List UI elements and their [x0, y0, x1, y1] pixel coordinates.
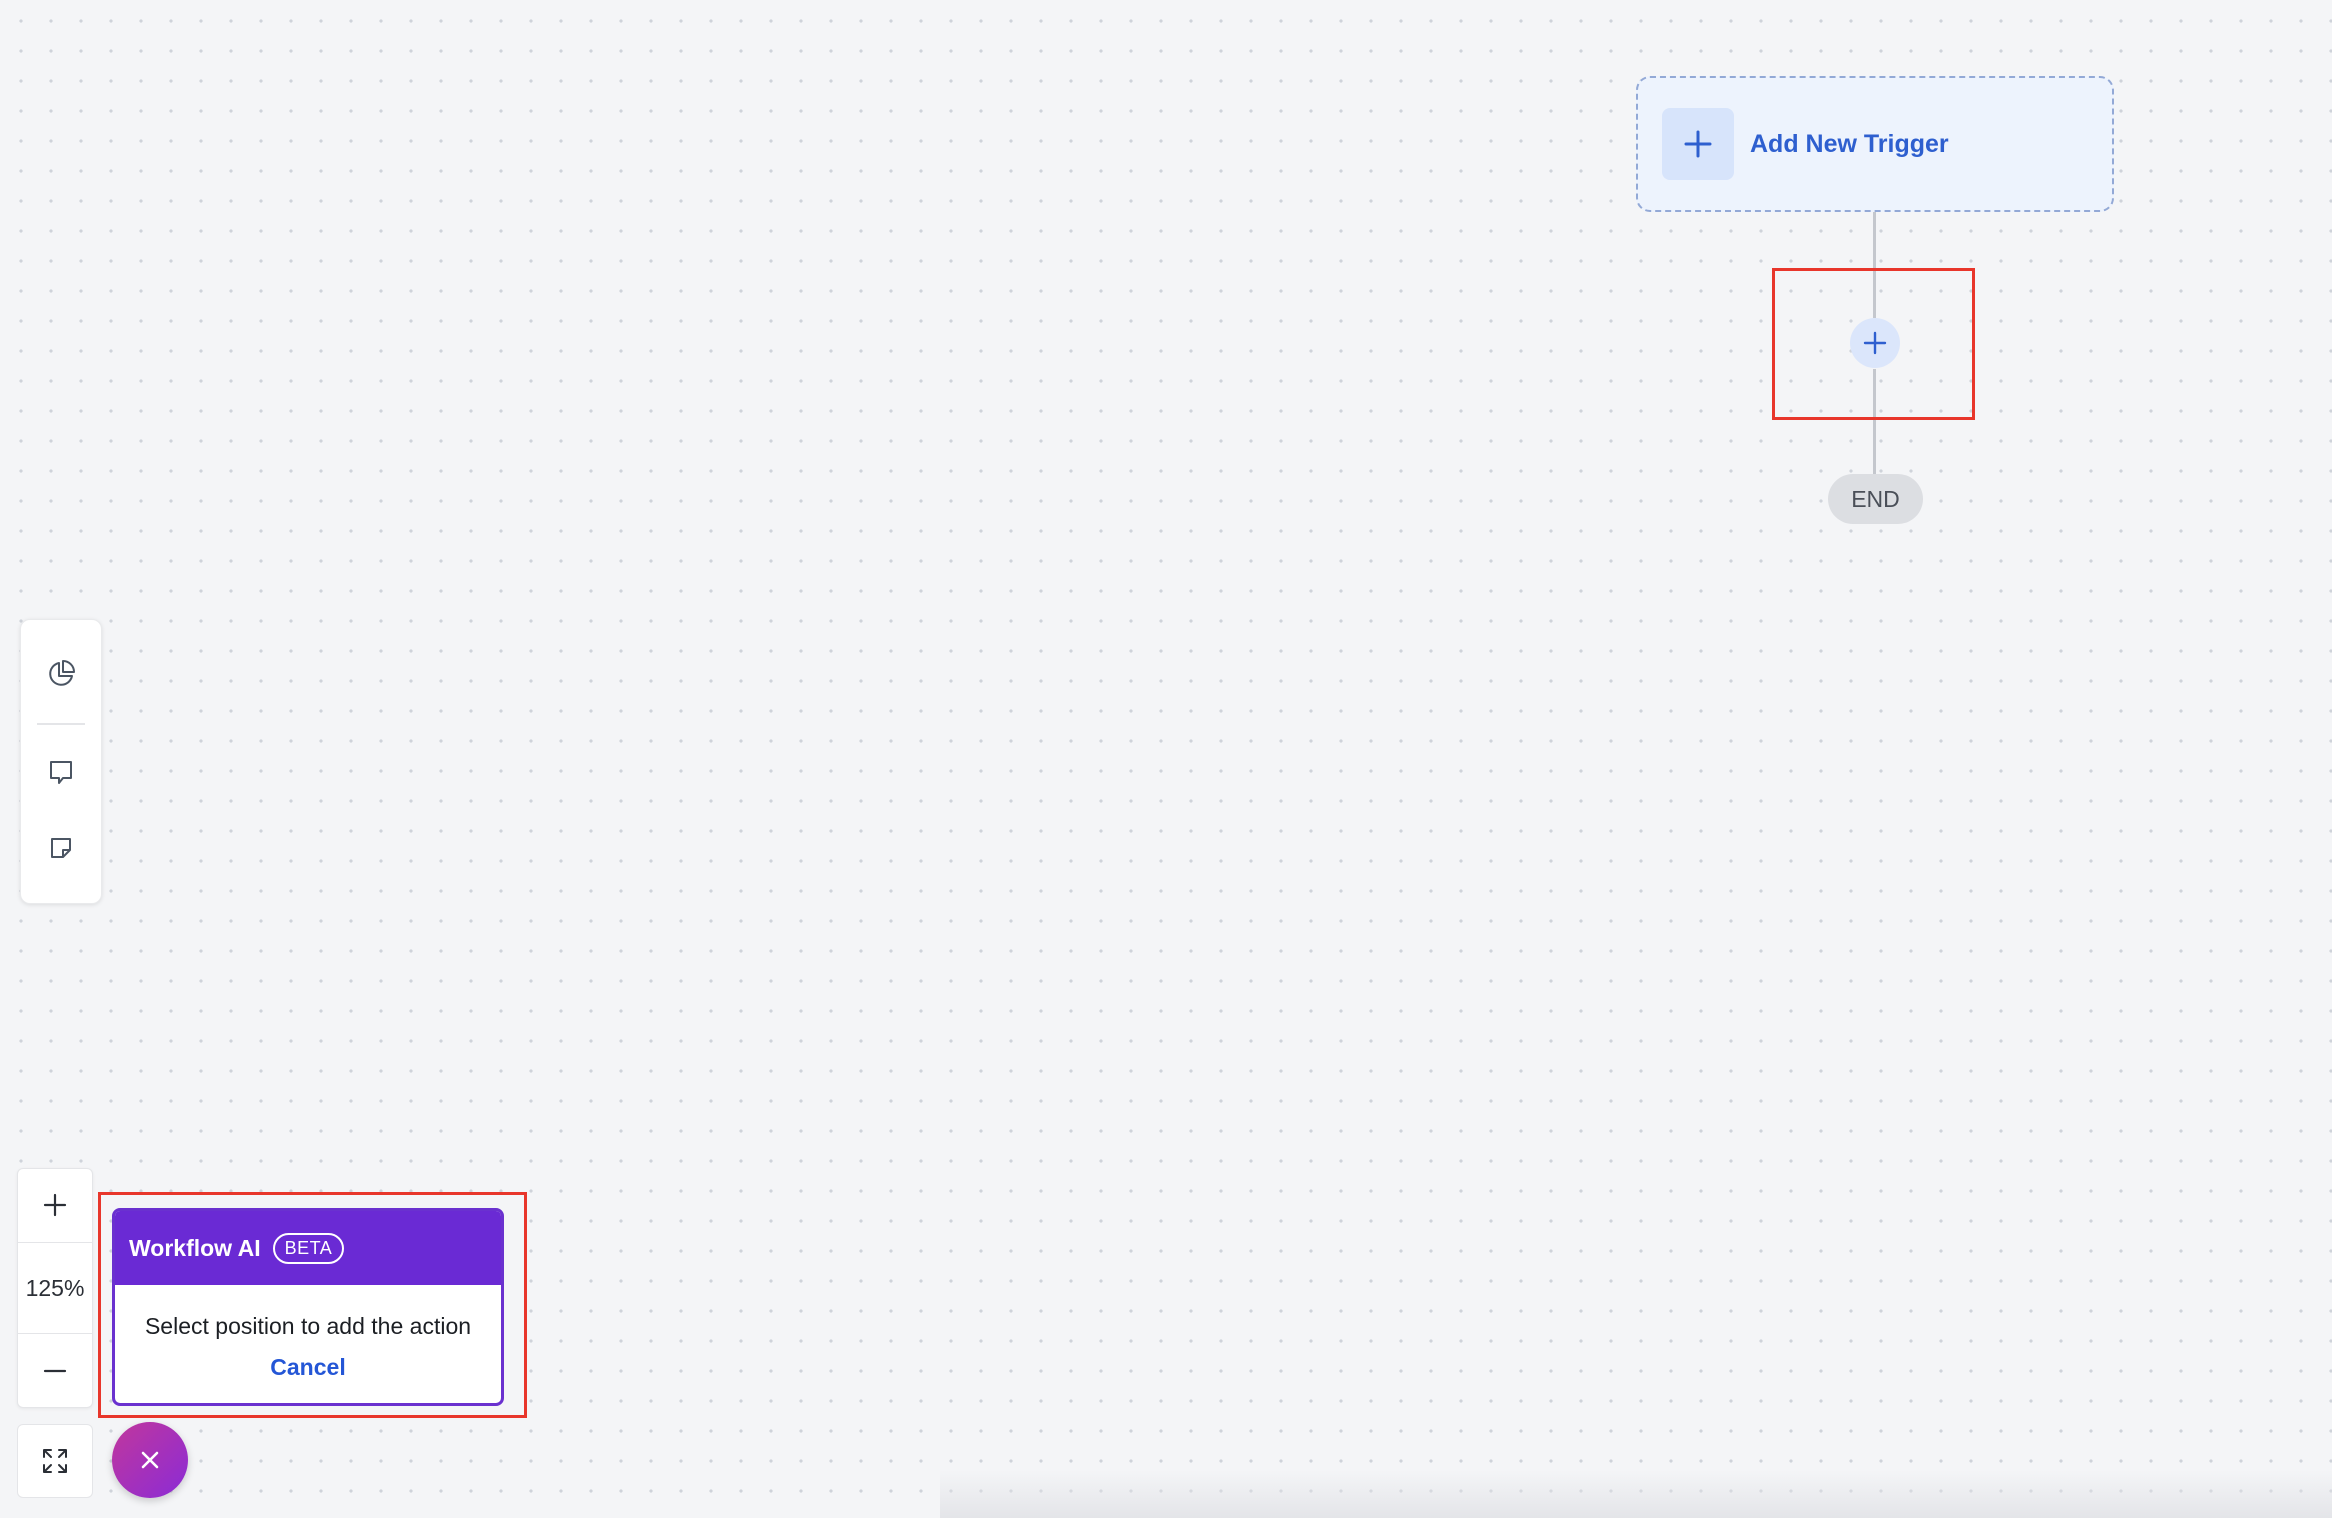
- zoom-out-button[interactable]: [18, 1335, 92, 1407]
- workflow-ai-header: Workflow AI BETA: [115, 1211, 501, 1285]
- zoom-control: 125%: [17, 1168, 93, 1408]
- cancel-link[interactable]: Cancel: [270, 1354, 345, 1381]
- minus-icon: [43, 1369, 67, 1373]
- workflow-ai-panel: Workflow AI BETA Select position to add …: [112, 1208, 504, 1406]
- analytics-button[interactable]: [21, 644, 101, 704]
- add-step-button[interactable]: [1850, 318, 1900, 368]
- close-icon: [141, 1451, 159, 1469]
- zoom-level: 125%: [18, 1242, 92, 1334]
- expand-icon: [43, 1449, 67, 1473]
- plus-icon: [43, 1193, 67, 1217]
- toolbar-divider: [37, 723, 85, 725]
- workflow-canvas[interactable]: Add New Trigger END 125% Workflow AI BET…: [0, 0, 2332, 1518]
- left-toolbar: [20, 619, 102, 904]
- sticky-note-button[interactable]: [21, 818, 101, 878]
- workflow-ai-title: Workflow AI: [129, 1234, 261, 1261]
- sticky-note-icon: [51, 838, 71, 858]
- plus-icon: [1662, 108, 1734, 180]
- workflow-ai-message: Select position to add the action: [144, 1313, 472, 1339]
- fit-view-button[interactable]: [17, 1424, 93, 1498]
- comment-icon: [50, 761, 72, 784]
- bottom-shadow: [940, 1470, 2332, 1518]
- beta-badge: BETA: [272, 1232, 345, 1264]
- end-node: END: [1828, 474, 1923, 524]
- comment-button[interactable]: [21, 742, 101, 802]
- add-new-trigger-card[interactable]: Add New Trigger: [1636, 76, 2114, 212]
- plus-icon: [1863, 331, 1887, 355]
- close-ai-button[interactable]: [112, 1422, 188, 1498]
- pie-chart-icon: [49, 660, 75, 686]
- workflow-ai-body: Select position to add the action Cancel: [115, 1285, 501, 1381]
- zoom-in-button[interactable]: [18, 1169, 92, 1241]
- trigger-label: Add New Trigger: [1750, 129, 1949, 158]
